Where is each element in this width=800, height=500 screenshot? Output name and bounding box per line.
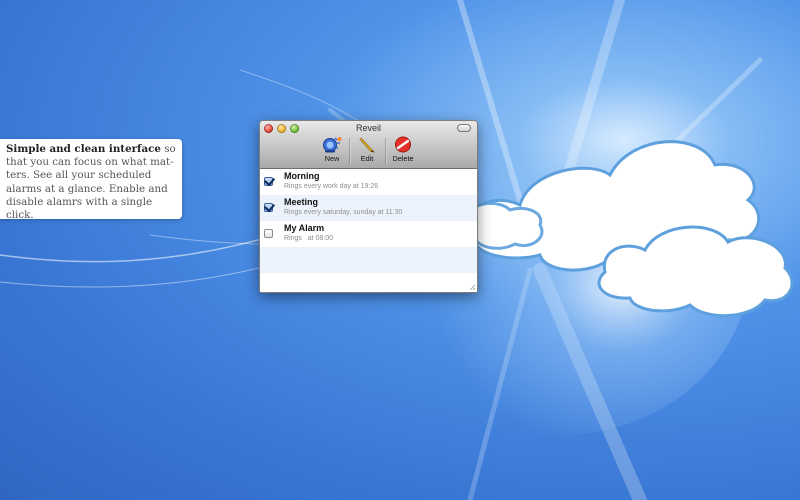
caption-line-3: ters. See all your scheduled — [6, 169, 152, 182]
window-toolbar: Reveil New Edit Delete — [260, 121, 477, 169]
delete-button-label: Delete — [392, 154, 414, 163]
table-row[interactable]: Morning Rings every work day at 19:26 — [260, 169, 477, 195]
delete-alarm-button[interactable]: Delete — [386, 136, 420, 166]
edit-alarm-button[interactable]: Edit — [350, 136, 384, 166]
alarm-name: Meeting — [284, 197, 319, 207]
empty-row — [260, 273, 477, 292]
edit-button-label: Edit — [360, 154, 374, 163]
resize-grip-icon[interactable] — [468, 283, 476, 291]
reveil-window: Reveil New Edit Delete Morning Rings eve… — [259, 120, 478, 293]
alarm-list: Morning Rings every work day at 19:26 Me… — [260, 169, 477, 292]
window-title: Reveil — [355, 123, 381, 133]
alarm-enabled-checkbox[interactable] — [264, 229, 273, 238]
alarm-enabled-checkbox[interactable] — [264, 177, 273, 186]
new-button-label: New — [324, 154, 340, 163]
alarm-name: My Alarm — [284, 223, 325, 233]
alarm-enabled-checkbox[interactable] — [264, 203, 273, 212]
caption-line-2: that you can focus on what mat- — [6, 156, 174, 169]
caption-line-1: so — [160, 143, 176, 155]
alarm-name: Morning — [284, 171, 320, 181]
toolbar-toggle-button[interactable] — [457, 124, 471, 132]
caption-line-4: alarms at a glance. Enable and — [6, 182, 168, 195]
empty-row — [260, 247, 477, 273]
caption-heading: Simple and clean interface — [6, 143, 161, 155]
alarm-bell-icon — [323, 137, 342, 153]
table-row[interactable]: Meeting Rings every saturday, sunday at … — [260, 195, 477, 221]
feature-caption: Simple and clean interface so that you c… — [0, 139, 182, 222]
pencil-icon — [359, 137, 376, 153]
alarm-description: Rings every saturday, sunday at 11:30 — [284, 209, 403, 216]
new-alarm-button[interactable]: New — [315, 136, 349, 166]
table-row[interactable]: My Alarm Rings at 08:00 — [260, 221, 477, 247]
caption-line-5: disable alamrs with a single click. — [6, 195, 153, 222]
delete-icon — [395, 136, 411, 153]
alarm-description: Rings every work day at 19:26 — [284, 183, 379, 190]
alarm-description: Rings at 08:00 — [284, 235, 334, 242]
